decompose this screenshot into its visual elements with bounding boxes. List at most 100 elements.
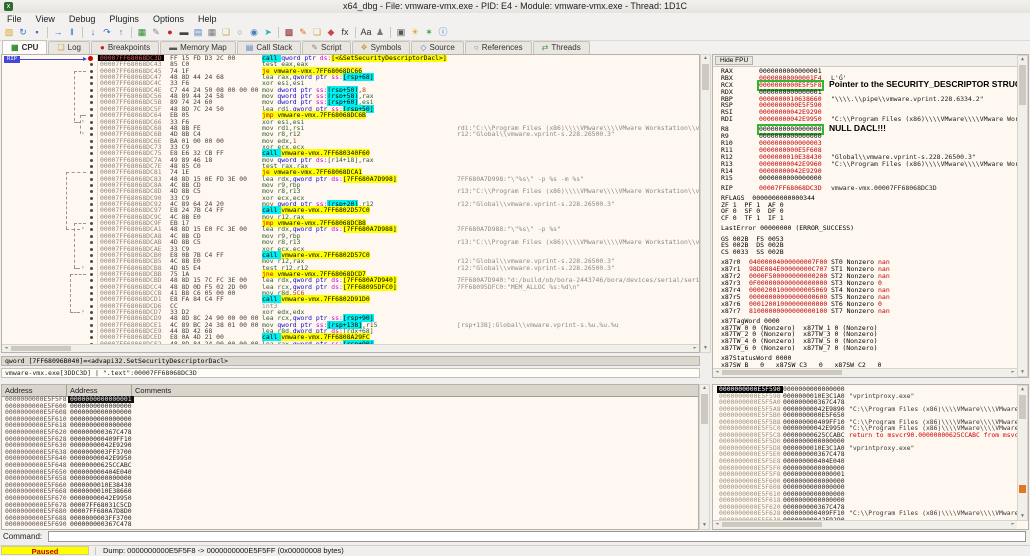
menu-file[interactable]: File xyxy=(0,13,29,25)
row-dot-icon[interactable] xyxy=(90,121,93,124)
scroll-thumb[interactable] xyxy=(702,64,709,90)
register-text-row[interactable]: LastError 00000000 (ERROR_SUCCESS) xyxy=(713,225,1017,232)
row-dot-icon[interactable] xyxy=(90,127,93,130)
scroll-up-icon[interactable]: ▲ xyxy=(700,385,709,392)
dump-col-header-address1[interactable]: Address xyxy=(2,385,67,396)
scroll-thumb[interactable] xyxy=(1019,65,1026,105)
restart-icon[interactable]: ↻ xyxy=(16,26,30,39)
row-dot-icon[interactable] xyxy=(90,101,93,104)
breakpoint-icon[interactable]: ● xyxy=(163,26,177,39)
scroll-left-icon[interactable]: ◄ xyxy=(713,521,721,528)
memory-icon[interactable]: ▬ xyxy=(177,26,191,39)
dump-panel[interactable]: Address Address Comments 0000000000E5F5F… xyxy=(1,384,699,530)
registers-hscrollbar[interactable]: ◄ ► xyxy=(713,368,1017,377)
stop-icon[interactable]: ▪ xyxy=(30,26,44,39)
dump-row[interactable]: 0000000000E5F690000000000367C478 xyxy=(2,521,698,528)
circle-icon[interactable]: ○ xyxy=(233,26,247,39)
fx-icon[interactable]: fx xyxy=(338,26,352,39)
tab-call-stack[interactable]: ▤Call Stack xyxy=(237,41,302,54)
disassembly-vscrollbar[interactable]: ▲ ▼ xyxy=(700,54,711,353)
run-icon[interactable]: → xyxy=(51,26,65,39)
row-dot-icon[interactable] xyxy=(90,317,93,320)
row-dot-icon[interactable] xyxy=(90,324,93,327)
tab-symbols[interactable]: ❖Symbols xyxy=(352,41,411,54)
scroll-right-icon[interactable]: ► xyxy=(691,345,699,352)
row-dot-icon[interactable] xyxy=(90,209,93,212)
step-into-icon[interactable]: ↓ xyxy=(86,26,100,39)
tab-breakpoints[interactable]: ●Breakpoints xyxy=(91,41,159,54)
row-dot-icon[interactable] xyxy=(90,330,93,333)
cpu-window-icon[interactable]: ▦ xyxy=(135,26,149,39)
hide-fpu-button[interactable]: Hide FPU xyxy=(715,56,753,65)
menu-options[interactable]: Options xyxy=(146,13,191,25)
register-row-rip[interactable]: RIP00007FF68068DC3Dvmware-vmx.00007FF680… xyxy=(713,185,1017,192)
symbols-icon[interactable]: ❏ xyxy=(219,26,233,39)
stack-vscrollbar[interactable]: ▲ ▼ xyxy=(1017,385,1028,521)
register-text-row[interactable]: x87TW_6 0 (Nonzero) x87TW_7 0 (Nonzero) xyxy=(713,345,1017,352)
row-dot-icon[interactable] xyxy=(90,108,93,111)
register-text-row[interactable]: CF 0 TF 1 IF 1 xyxy=(713,215,1017,222)
scroll-up-icon[interactable]: ▲ xyxy=(701,55,710,62)
row-dot-icon[interactable] xyxy=(90,311,93,314)
breakpoint-dot-icon[interactable] xyxy=(88,56,93,61)
scroll-thumb[interactable] xyxy=(722,370,842,375)
dump-col-header-comments[interactable]: Comments xyxy=(132,385,698,396)
dump-col-header-address2[interactable]: Address xyxy=(67,385,132,396)
eraser-icon[interactable]: ◆ xyxy=(324,26,338,39)
tab-threads[interactable]: ⇄Threads xyxy=(533,41,590,54)
disassembly-hscrollbar[interactable]: ◄ ► xyxy=(2,344,699,352)
pause-icon[interactable]: ‖ xyxy=(65,26,79,39)
register-text-row[interactable]: CS 0033 SS 002B xyxy=(713,249,1017,256)
row-dot-icon[interactable] xyxy=(90,184,93,187)
user-icon[interactable]: ♟ xyxy=(373,26,387,39)
scroll-right-icon[interactable]: ► xyxy=(1009,369,1017,376)
scroll-thumb[interactable] xyxy=(11,346,71,351)
scroll-up-icon[interactable]: ▲ xyxy=(1018,56,1027,63)
font-icon[interactable]: Aa xyxy=(359,26,373,39)
row-dot-icon[interactable] xyxy=(90,254,93,257)
scroll-thumb[interactable] xyxy=(1019,395,1026,419)
row-dot-icon[interactable] xyxy=(90,305,93,308)
patch-icon[interactable]: ✎ xyxy=(296,26,310,39)
row-dot-icon[interactable] xyxy=(90,114,93,117)
scroll-down-icon[interactable]: ▼ xyxy=(700,522,709,529)
register-row-x87r7[interactable]: x87r781000000000000000100ST7 Nonzeronan xyxy=(713,308,1017,315)
row-dot-icon[interactable] xyxy=(90,260,93,263)
row-dot-icon[interactable] xyxy=(90,248,93,251)
scroll-up-icon[interactable]: ▲ xyxy=(1018,386,1027,393)
row-dot-icon[interactable] xyxy=(90,267,93,270)
tab-memory-map[interactable]: ▬Memory Map xyxy=(160,41,236,54)
row-dot-icon[interactable] xyxy=(90,190,93,193)
row-dot-icon[interactable] xyxy=(90,279,93,282)
row-dot-icon[interactable] xyxy=(90,197,93,200)
lightbulb-icon[interactable]: ☀ xyxy=(408,26,422,39)
row-dot-icon[interactable] xyxy=(90,159,93,162)
menu-plugins[interactable]: Plugins xyxy=(102,13,146,25)
row-dot-icon[interactable] xyxy=(90,133,93,136)
disassembly-panel[interactable]: 00007FF68068DC3DFF 15 FD D3 2C 00call qw… xyxy=(1,54,700,353)
scroll-thumb[interactable] xyxy=(722,522,822,527)
stack-panel[interactable]: 0000000000E5F590000000000000000000000000… xyxy=(712,384,1029,530)
register-row-rdi[interactable]: RDI00000000042E9950"C:\\Program Files (x… xyxy=(713,116,1017,123)
row-dot-icon[interactable] xyxy=(90,152,93,155)
scroll-right-icon[interactable]: ► xyxy=(1009,521,1017,528)
scroll-down-icon[interactable]: ▼ xyxy=(701,345,710,352)
row-dot-icon[interactable] xyxy=(90,76,93,79)
row-dot-icon[interactable] xyxy=(90,89,93,92)
row-dot-icon[interactable] xyxy=(90,95,93,98)
registers-panel[interactable]: Hide FPU RAX0000000000000001RBX000000000… xyxy=(712,54,1029,378)
calculator-icon[interactable]: ▩ xyxy=(282,26,296,39)
row-dot-icon[interactable] xyxy=(90,63,93,66)
row-dot-icon[interactable] xyxy=(90,203,93,206)
register-row-r15[interactable]: R150000000000000000 xyxy=(713,175,1017,182)
row-dot-icon[interactable] xyxy=(90,171,93,174)
row-dot-icon[interactable] xyxy=(90,228,93,231)
row-dot-icon[interactable] xyxy=(90,336,93,339)
info-icon[interactable]: ⓘ xyxy=(436,26,450,39)
menu-view[interactable]: View xyxy=(29,13,62,25)
call-stack-icon[interactable]: ▤ xyxy=(191,26,205,39)
row-dot-icon[interactable] xyxy=(90,273,93,276)
row-dot-icon[interactable] xyxy=(90,298,93,301)
scroll-left-icon[interactable]: ◄ xyxy=(713,369,721,376)
tab-cpu[interactable]: ▦CPU xyxy=(2,40,47,54)
